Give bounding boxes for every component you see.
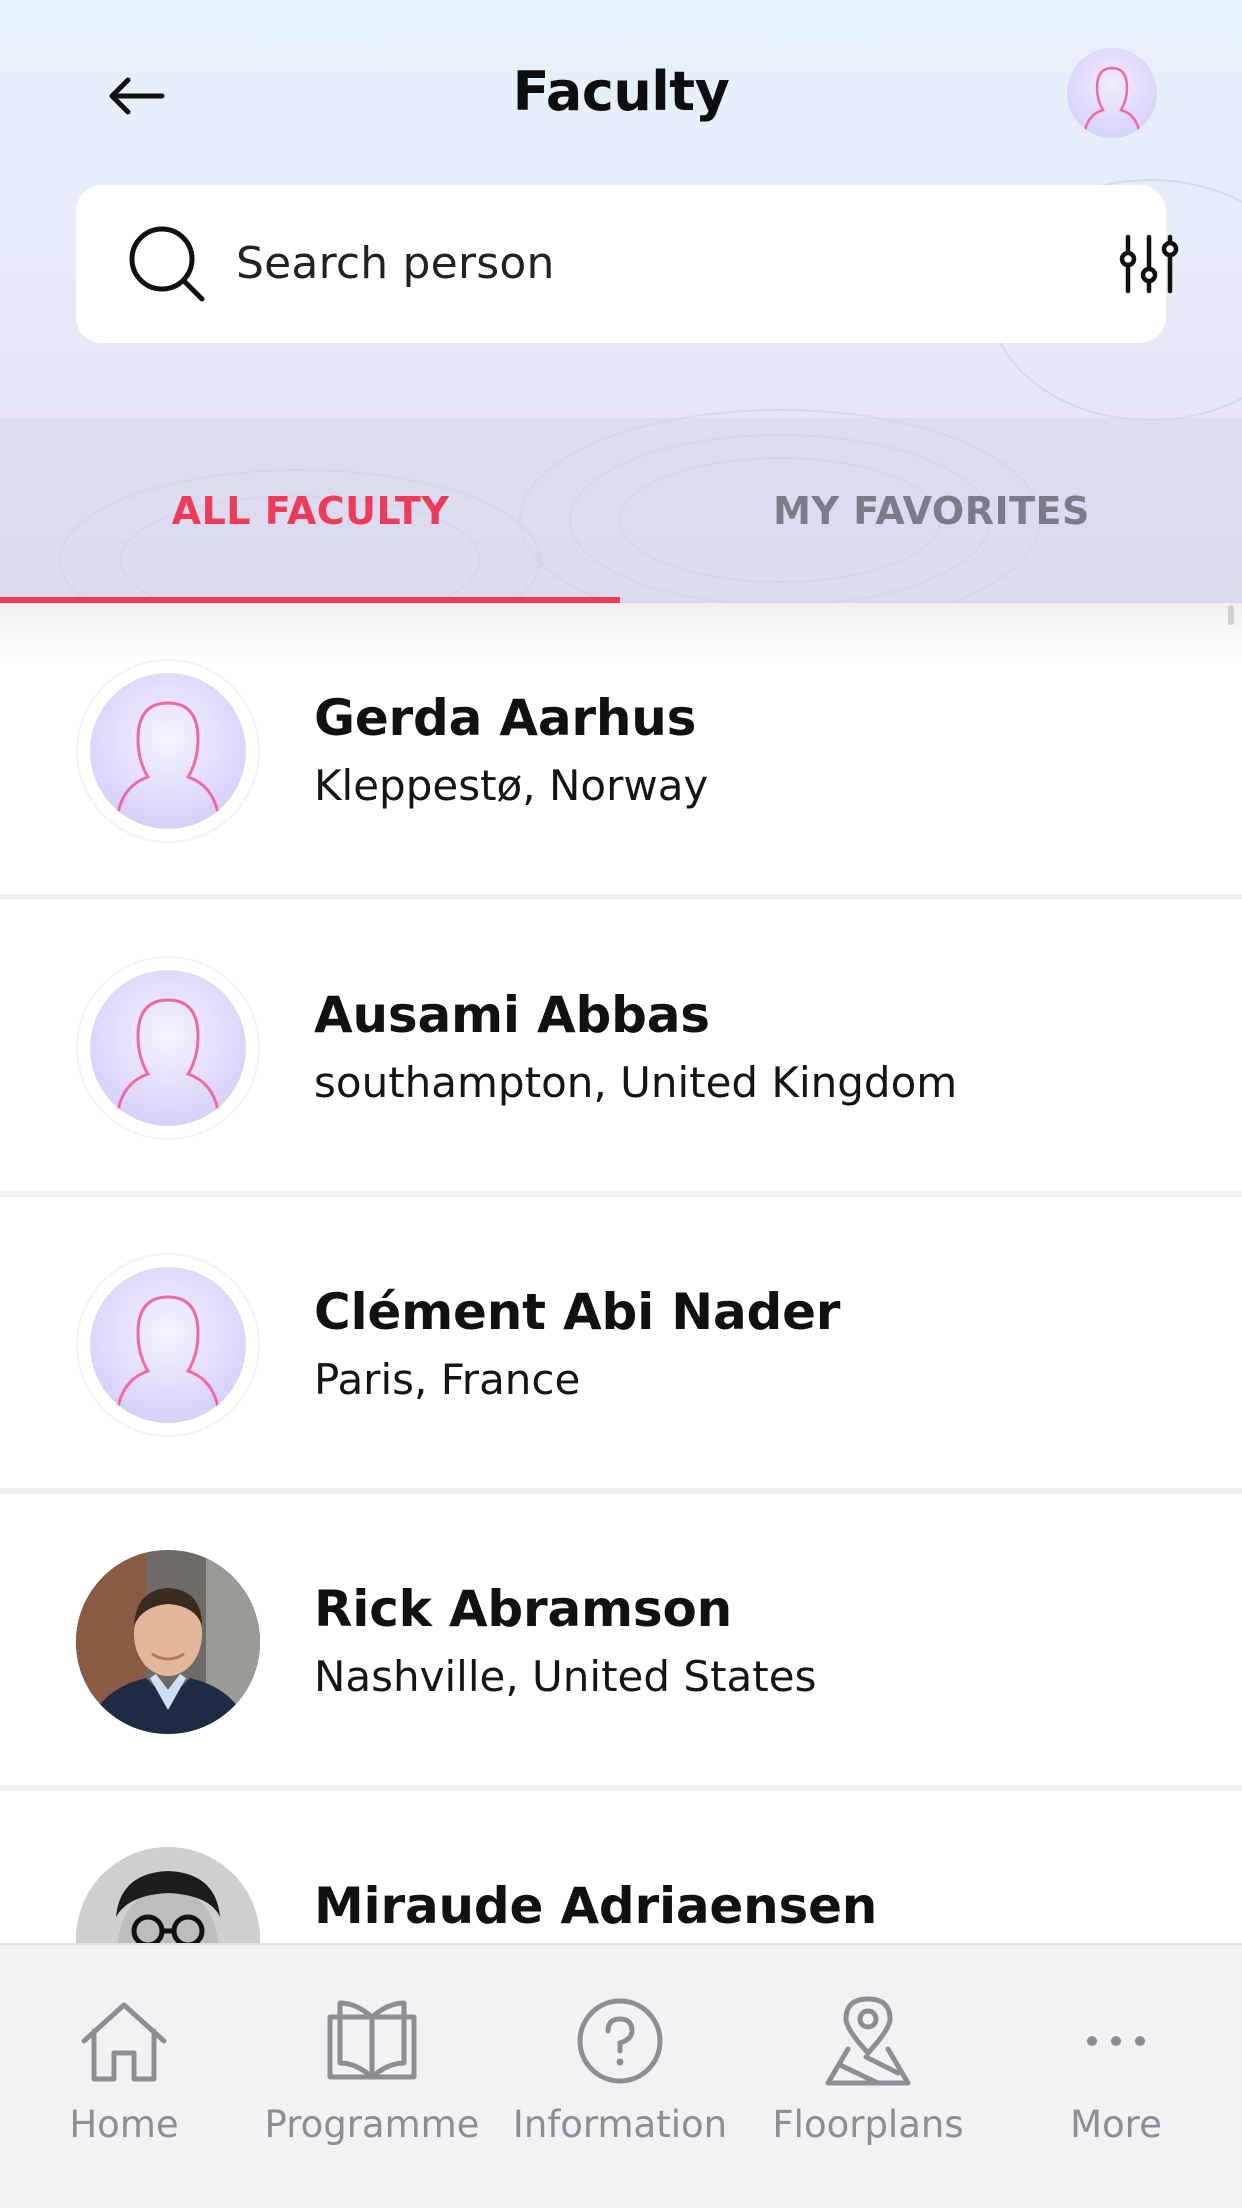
portrait-photo bbox=[76, 1847, 260, 1943]
faculty-location: southampton, United Kingdom bbox=[314, 1058, 958, 1107]
map-pin-icon bbox=[825, 1996, 911, 2086]
nav-information[interactable]: Information bbox=[496, 1945, 744, 2208]
user-silhouette-icon bbox=[116, 1295, 220, 1409]
book-icon bbox=[327, 2000, 417, 2080]
user-avatar-icon bbox=[1083, 66, 1141, 132]
nav-label: Home bbox=[69, 2103, 179, 2146]
home-icon bbox=[81, 2002, 167, 2082]
faculty-location: Nashville, United States bbox=[314, 1652, 817, 1701]
profile-button[interactable] bbox=[1067, 48, 1157, 138]
nav-more[interactable]: More bbox=[992, 1945, 1240, 2208]
search-input[interactable]: Search person bbox=[236, 185, 555, 343]
search-bar[interactable]: Search person bbox=[76, 185, 1179, 343]
faculty-row[interactable]: Gerda Aarhus Kleppestø, Norway bbox=[0, 603, 1242, 900]
nav-home[interactable]: Home bbox=[0, 1945, 248, 2208]
filter-sliders-icon[interactable] bbox=[1116, 231, 1182, 297]
avatar-photo bbox=[76, 1847, 260, 1943]
faculty-name: Clément Abi Nader bbox=[314, 1283, 841, 1341]
faculty-name: Miraude Adriaensen bbox=[314, 1877, 878, 1935]
avatar-placeholder bbox=[76, 659, 260, 843]
question-circle-icon bbox=[577, 1998, 663, 2084]
nav-label: Programme bbox=[264, 2103, 480, 2146]
user-silhouette-icon bbox=[116, 998, 220, 1112]
page-title: Faculty bbox=[512, 60, 730, 123]
nav-programme[interactable]: Programme bbox=[248, 1945, 496, 2208]
faculty-name: Rick Abramson bbox=[314, 1580, 733, 1638]
tab-my-favorites[interactable]: MY FAVORITES bbox=[621, 418, 1242, 603]
portrait-photo bbox=[76, 1550, 260, 1734]
faculty-name: Gerda Aarhus bbox=[314, 689, 697, 747]
avatar-placeholder bbox=[76, 956, 260, 1140]
faculty-row[interactable]: Ausami Abbas southampton, United Kingdom bbox=[0, 900, 1242, 1197]
bottom-navigation: Home Programme Information Floorplans Mo… bbox=[0, 1943, 1242, 2208]
faculty-name: Ausami Abbas bbox=[314, 986, 710, 1044]
nav-label: Floorplans bbox=[772, 2103, 964, 2146]
nav-floorplans[interactable]: Floorplans bbox=[744, 1945, 992, 2208]
faculty-location: Kleppestø, Norway bbox=[314, 761, 709, 810]
nav-label: More bbox=[1070, 2103, 1162, 2146]
user-silhouette-icon bbox=[116, 701, 220, 815]
tab-bar: ALL FACULTY MY FAVORITES bbox=[0, 418, 1242, 603]
faculty-row[interactable]: Rick Abramson Nashville, United States bbox=[0, 1494, 1242, 1791]
faculty-row[interactable]: Clément Abi Nader Paris, France bbox=[0, 1197, 1242, 1494]
faculty-list[interactable]: Gerda Aarhus Kleppestø, Norway Ausami Ab… bbox=[0, 603, 1242, 1943]
faculty-row[interactable]: Miraude Adriaensen bbox=[0, 1791, 1242, 1943]
tab-all-faculty[interactable]: ALL FACULTY bbox=[0, 418, 621, 603]
more-dots-icon bbox=[1087, 2036, 1145, 2046]
faculty-screen: Faculty Search person ALL FACULTY MY FAV… bbox=[0, 0, 1242, 2208]
nav-label: Information bbox=[512, 2103, 728, 2146]
avatar-placeholder bbox=[76, 1253, 260, 1437]
search-icon bbox=[129, 226, 205, 302]
avatar-photo bbox=[76, 1550, 260, 1734]
faculty-location: Paris, France bbox=[314, 1355, 581, 1404]
header: Faculty Search person ALL FACULTY MY FAV… bbox=[0, 0, 1242, 603]
